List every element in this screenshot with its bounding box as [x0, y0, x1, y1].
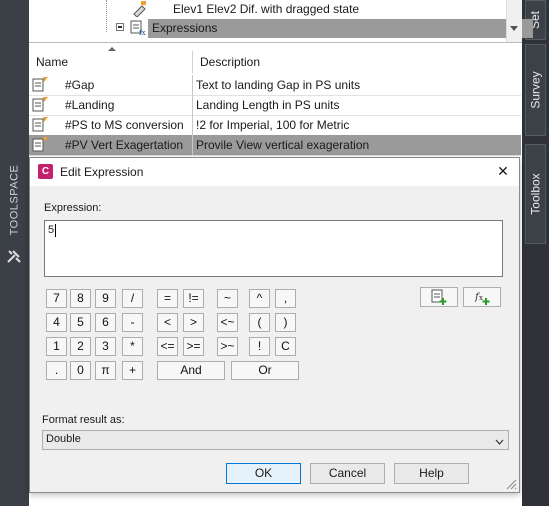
format-result-select[interactable]: Double: [42, 430, 509, 450]
key-2[interactable]: 2: [70, 337, 91, 356]
expression-text: 5: [48, 224, 55, 236]
key-less-approx[interactable]: <~: [217, 313, 238, 332]
key-equals[interactable]: =: [157, 289, 178, 308]
column-divider: [192, 115, 193, 135]
key-8[interactable]: 8: [70, 289, 91, 308]
insert-function-icon: fx: [474, 289, 490, 305]
ok-button[interactable]: OK: [226, 463, 301, 484]
svg-text:fx: fx: [139, 29, 146, 36]
insert-function-button[interactable]: fx: [463, 287, 501, 307]
key-divide[interactable]: /: [122, 289, 143, 308]
grid-row[interactable]: #PS to MS conversion !2 for Imperial, 10…: [29, 115, 521, 136]
tree-item-expressions[interactable]: Expressions: [148, 19, 533, 38]
key-7[interactable]: 7: [46, 289, 67, 308]
key-approx[interactable]: ~: [217, 289, 238, 308]
cell-name: #Landing: [65, 98, 115, 112]
key-clear[interactable]: C: [275, 337, 296, 356]
cell-name: #PV Vert Exagertation: [65, 138, 184, 152]
expressions-icon: fx: [130, 20, 146, 37]
toolspace-tab-toolbox[interactable]: Toolbox: [525, 144, 546, 244]
expression-icon: [32, 97, 48, 113]
civil3d-app-icon: C: [38, 164, 53, 179]
cell-description: Provile View vertical exageration: [196, 138, 370, 152]
text-caret: [55, 224, 56, 237]
key-0[interactable]: 0: [70, 361, 91, 380]
key-greater-approx[interactable]: >~: [217, 337, 238, 356]
tree-item-label: Expressions: [152, 21, 218, 35]
tree-expand-icon[interactable]: [116, 23, 124, 31]
expression-icon: [32, 117, 48, 133]
toolspace-title: TOOLSPACE: [8, 164, 21, 236]
edit-expression-dialog: C Edit Expression ✕ Expression: 5 7 8 9 …: [29, 157, 520, 493]
key-less-equal[interactable]: <=: [157, 337, 178, 356]
format-result-value: Double: [46, 433, 81, 445]
insert-property-button[interactable]: [420, 287, 458, 307]
cancel-button[interactable]: Cancel: [310, 463, 385, 484]
column-divider: [192, 135, 193, 155]
grid-row[interactable]: #Gap Text to landing Gap in PS units: [29, 75, 521, 96]
expression-label: Expression:: [44, 202, 102, 214]
key-not[interactable]: !: [249, 337, 270, 356]
cell-description: Text to landing Gap in PS units: [196, 78, 361, 92]
insert-property-icon: [431, 289, 447, 305]
grid-row-selected[interactable]: #PV Vert Exagertation Provile View verti…: [29, 135, 521, 156]
cell-description: !2 for Imperial, 100 for Metric: [196, 118, 350, 132]
tree-view: Elev1 Elev2 Dif. with dragged state fx E…: [29, 0, 533, 42]
sort-ascending-icon[interactable]: [108, 47, 116, 51]
key-power[interactable]: ^: [249, 289, 270, 308]
column-divider: [192, 95, 193, 115]
key-decimal[interactable]: .: [46, 361, 67, 380]
tree-item-label: Elev1 Elev2 Dif. with dragged state: [173, 2, 360, 16]
key-or[interactable]: Or: [231, 361, 299, 380]
format-result-label: Format result as:: [42, 414, 125, 426]
key-plus[interactable]: +: [122, 361, 143, 380]
column-divider: [192, 75, 193, 95]
chevron-down-icon: [495, 436, 504, 445]
key-multiply[interactable]: *: [122, 337, 143, 356]
toolspace-tools-icon[interactable]: [6, 248, 22, 264]
expression-input[interactable]: 5: [44, 220, 503, 277]
expressions-grid: Name Description #Gap Text to landing Ga…: [29, 42, 522, 161]
key-5[interactable]: 5: [70, 313, 91, 332]
key-open-paren[interactable]: (: [249, 313, 270, 332]
grid-row[interactable]: #Landing Landing Length in PS units: [29, 95, 521, 116]
key-close-paren[interactable]: ): [275, 313, 296, 332]
expression-icon: [32, 77, 48, 93]
tree-scrollbar[interactable]: [506, 0, 522, 42]
key-less-than[interactable]: <: [157, 313, 178, 332]
key-9[interactable]: 9: [95, 289, 116, 308]
key-not-equals[interactable]: !=: [183, 289, 204, 308]
svg-text:x: x: [479, 294, 483, 302]
toolspace-tab-survey[interactable]: Survey: [525, 44, 546, 136]
key-3[interactable]: 3: [95, 337, 116, 356]
key-minus[interactable]: -: [122, 313, 143, 332]
key-4[interactable]: 4: [46, 313, 67, 332]
label-style-icon: [131, 1, 147, 18]
key-greater-equal[interactable]: >=: [183, 337, 204, 356]
scroll-down-icon[interactable]: [510, 26, 518, 31]
cell-name: #PS to MS conversion: [65, 118, 184, 132]
column-header-description[interactable]: Description: [200, 51, 260, 73]
key-greater-than[interactable]: >: [183, 313, 204, 332]
key-comma[interactable]: ,: [275, 289, 296, 308]
column-header-name[interactable]: Name: [36, 51, 68, 73]
help-button[interactable]: Help: [394, 463, 469, 484]
cell-description: Landing Length in PS units: [196, 98, 340, 112]
dialog-title: Edit Expression: [60, 165, 144, 179]
key-pi[interactable]: π: [95, 361, 116, 380]
close-icon[interactable]: ✕: [495, 163, 511, 179]
header-divider: [192, 51, 193, 73]
key-and[interactable]: And: [157, 361, 225, 380]
key-1[interactable]: 1: [46, 337, 67, 356]
resize-grip-icon[interactable]: [505, 478, 517, 490]
key-6[interactable]: 6: [95, 313, 116, 332]
tree-dotted-guide: [106, 0, 107, 32]
expression-icon: [32, 137, 48, 153]
dialog-title-bar[interactable]: C Edit Expression ✕: [30, 158, 519, 186]
cell-name: #Gap: [65, 78, 95, 92]
